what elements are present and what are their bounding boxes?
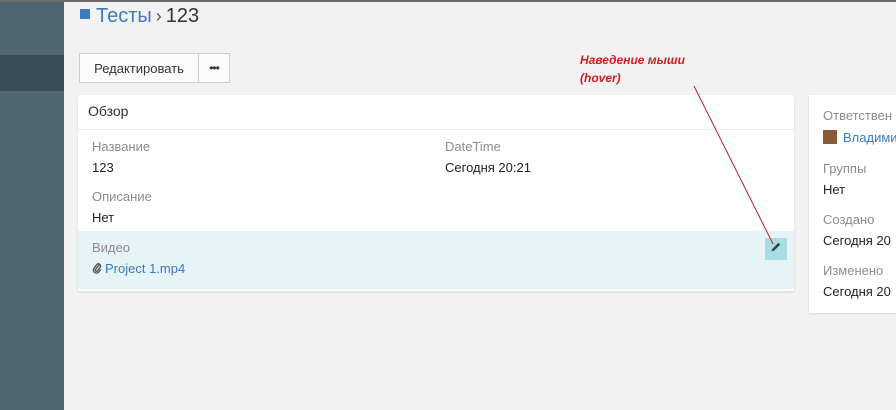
annotation-arrow	[693, 85, 774, 245]
